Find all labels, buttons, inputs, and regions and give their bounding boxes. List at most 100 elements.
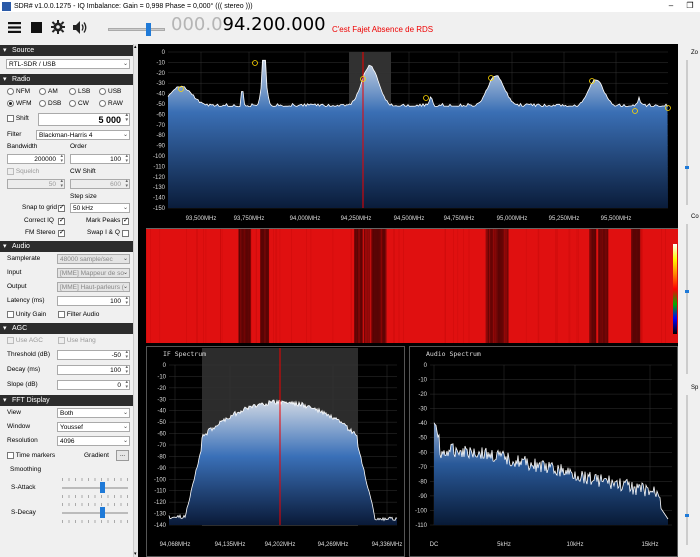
stop-icon[interactable] bbox=[28, 19, 44, 35]
filter-audio-checkbox[interactable]: Filter Audio bbox=[58, 311, 99, 318]
radio-nfm[interactable] bbox=[7, 88, 14, 95]
threshold-input[interactable]: -50 ▴ ▾ bbox=[57, 350, 130, 360]
order-input[interactable]: 100 ▴ ▾ bbox=[70, 154, 130, 164]
gear-icon[interactable] bbox=[50, 19, 66, 35]
swap-iq-checkbox[interactable] bbox=[122, 230, 129, 237]
shift-checkbox[interactable]: Shift bbox=[7, 115, 29, 122]
resolution-select[interactable]: 4096 ⌄ bbox=[57, 436, 130, 446]
shift-value[interactable]: 5 000 ▴ ▾ bbox=[38, 113, 130, 126]
spinner-icon[interactable]: ▴ ▾ bbox=[125, 179, 128, 189]
contrast-track[interactable] bbox=[686, 224, 688, 374]
contrast-slider[interactable] bbox=[685, 290, 689, 293]
squelch-input[interactable]: 50 ▴ ▾ bbox=[7, 179, 65, 189]
mode-wfm[interactable]: WFM bbox=[7, 100, 32, 107]
radio-raw[interactable] bbox=[99, 100, 106, 107]
gradient-button[interactable]: ... bbox=[116, 450, 129, 461]
mode-raw[interactable]: RAW bbox=[99, 100, 123, 107]
s-decay-thumb[interactable] bbox=[99, 507, 105, 518]
spinner-icon[interactable]: ▴ ▾ bbox=[125, 380, 128, 390]
output-select[interactable]: [MME] Haut-parleurs (⌄ bbox=[57, 282, 130, 292]
s-attack-thumb[interactable] bbox=[99, 482, 105, 493]
restore-button[interactable]: ❐ bbox=[683, 0, 697, 12]
spinner-icon[interactable]: ▴ ▾ bbox=[125, 296, 128, 306]
waterfall-panel[interactable] bbox=[146, 228, 678, 343]
spinner-icon[interactable]: ▴ ▾ bbox=[60, 179, 63, 189]
radio-dsb[interactable] bbox=[39, 100, 46, 107]
use-hang-checkbox[interactable]: Use Hang bbox=[58, 337, 96, 344]
scroll-up-icon[interactable]: ▴ bbox=[134, 44, 137, 50]
radio-am[interactable] bbox=[39, 88, 46, 95]
unity-gain-check[interactable] bbox=[7, 311, 14, 318]
samplerate-select[interactable]: 48000 sample/sec ⌄ bbox=[57, 254, 130, 264]
if-spectrum-panel[interactable]: IF Spectrum 0 -10 -20 -30 -40 -50 -60 -70 -80 -90 -… bbox=[146, 346, 405, 557]
radio-usb[interactable] bbox=[99, 88, 106, 95]
correct-iq-checkbox[interactable] bbox=[58, 216, 65, 225]
waterfall-plot[interactable] bbox=[146, 229, 678, 343]
speaker-icon[interactable] bbox=[72, 19, 88, 35]
spectrum-plot[interactable]: 0 -10 -20 -30 -40 -50 -60 -70 -80 -90 -100 -110 -120… bbox=[146, 48, 678, 224]
waterfall-signal-streak bbox=[267, 229, 270, 343]
latency-label: Latency (ms) bbox=[7, 297, 45, 304]
unity-gain-checkbox[interactable]: Unity Gain bbox=[7, 311, 46, 318]
zoom-slider[interactable] bbox=[685, 166, 689, 169]
minimize-button[interactable]: – bbox=[664, 0, 678, 12]
filter-audio-check[interactable] bbox=[58, 311, 65, 318]
filter-select[interactable]: Blackman-Harris 4 ⌄ bbox=[36, 130, 130, 140]
bandwidth-input[interactable]: 200000 ▴ ▾ bbox=[7, 154, 65, 164]
spinner-icon[interactable]: ▴ ▾ bbox=[125, 154, 128, 164]
audio-spectrum-fill bbox=[434, 422, 668, 525]
fft-display-header[interactable]: FFT Display bbox=[0, 395, 133, 406]
waterfall-noise-streak bbox=[453, 229, 454, 343]
cw-shift-input[interactable]: 600 ▴ ▾ bbox=[70, 179, 130, 189]
volume-slider-track[interactable] bbox=[108, 28, 165, 31]
volume-slider-thumb[interactable] bbox=[146, 23, 151, 36]
view-select[interactable]: Both ⌄ bbox=[57, 408, 130, 418]
spinner-icon[interactable]: ▴ ▾ bbox=[125, 350, 128, 360]
spinner-icon[interactable]: ▴ ▾ bbox=[125, 365, 128, 375]
scroll-down-icon[interactable]: ▾ bbox=[134, 551, 137, 557]
mode-lsb[interactable]: LSB bbox=[69, 88, 90, 95]
time-markers-checkbox[interactable]: Time markers bbox=[7, 452, 55, 459]
speed-slider[interactable] bbox=[685, 514, 689, 517]
menu-icon[interactable] bbox=[6, 19, 22, 35]
step-size-select[interactable]: 50 kHz ⌄ bbox=[70, 203, 130, 213]
speed-track[interactable] bbox=[686, 395, 688, 545]
audio-header[interactable]: Audio bbox=[0, 241, 133, 252]
time-markers-check[interactable] bbox=[7, 452, 14, 459]
source-header[interactable]: Source bbox=[0, 45, 133, 56]
use-agc-checkbox[interactable]: Use AGC bbox=[7, 337, 43, 344]
use-hang-check[interactable] bbox=[58, 337, 65, 344]
radio-lsb[interactable] bbox=[69, 88, 76, 95]
audio-spectrum-panel[interactable]: Audio Spectrum 0 -10 -20 -30 -40 -50 -60 -70 -80 -… bbox=[409, 346, 678, 557]
snap-to-grid-checkbox[interactable] bbox=[58, 203, 65, 212]
if-spectrum-plot[interactable]: IF Spectrum 0 -10 -20 -30 -40 -50 -60 -70 -80 -90 -… bbox=[147, 347, 405, 557]
decay-input[interactable]: 100 ▴ ▾ bbox=[57, 365, 130, 375]
radio-cw[interactable] bbox=[69, 100, 76, 107]
slope-input[interactable]: 0 ▴ ▾ bbox=[57, 380, 130, 390]
zoom-track[interactable] bbox=[686, 60, 688, 205]
spinner-icon[interactable]: ▴ ▾ bbox=[60, 154, 63, 164]
mark-peaks-checkbox[interactable] bbox=[122, 216, 129, 225]
mode-cw[interactable]: CW bbox=[69, 100, 89, 107]
shift-check[interactable] bbox=[7, 115, 14, 122]
source-device-select[interactable]: RTL-SDR / USB ⌄ bbox=[6, 59, 130, 69]
audio-spectrum-plot[interactable]: Audio Spectrum 0 -10 -20 -30 -40 -50 -60 -70 -80 -… bbox=[410, 347, 678, 557]
spinner-icon[interactable]: ▴ ▾ bbox=[125, 113, 128, 123]
input-select[interactable]: [MME] Mappeur de so ⌄ bbox=[57, 268, 130, 278]
squelch-checkbox[interactable]: Squelch bbox=[7, 168, 39, 175]
mode-usb[interactable]: USB bbox=[99, 88, 121, 95]
squelch-check[interactable] bbox=[7, 168, 14, 175]
radio-wfm[interactable] bbox=[7, 100, 14, 107]
fm-stereo-checkbox[interactable] bbox=[58, 228, 65, 237]
mode-dsb[interactable]: DSB bbox=[39, 100, 61, 107]
spectrum-panel[interactable]: 0 -10 -20 -30 -40 -50 -60 -70 -80 -90 -100 -110 -120… bbox=[146, 48, 678, 224]
radio-header[interactable]: Radio bbox=[0, 74, 133, 85]
mode-am[interactable]: AM bbox=[39, 88, 58, 95]
latency-input[interactable]: 100 ▴ ▾ bbox=[57, 296, 130, 306]
x-tick-label: 94,269MHz bbox=[318, 542, 349, 548]
window-select[interactable]: Youssef ⌄ bbox=[57, 422, 130, 432]
mode-nfm[interactable]: NFM bbox=[7, 88, 30, 95]
use-agc-check[interactable] bbox=[7, 337, 14, 344]
frequency-display[interactable]: 000.094.200.000 bbox=[171, 14, 326, 35]
agc-header[interactable]: AGC bbox=[0, 323, 133, 334]
